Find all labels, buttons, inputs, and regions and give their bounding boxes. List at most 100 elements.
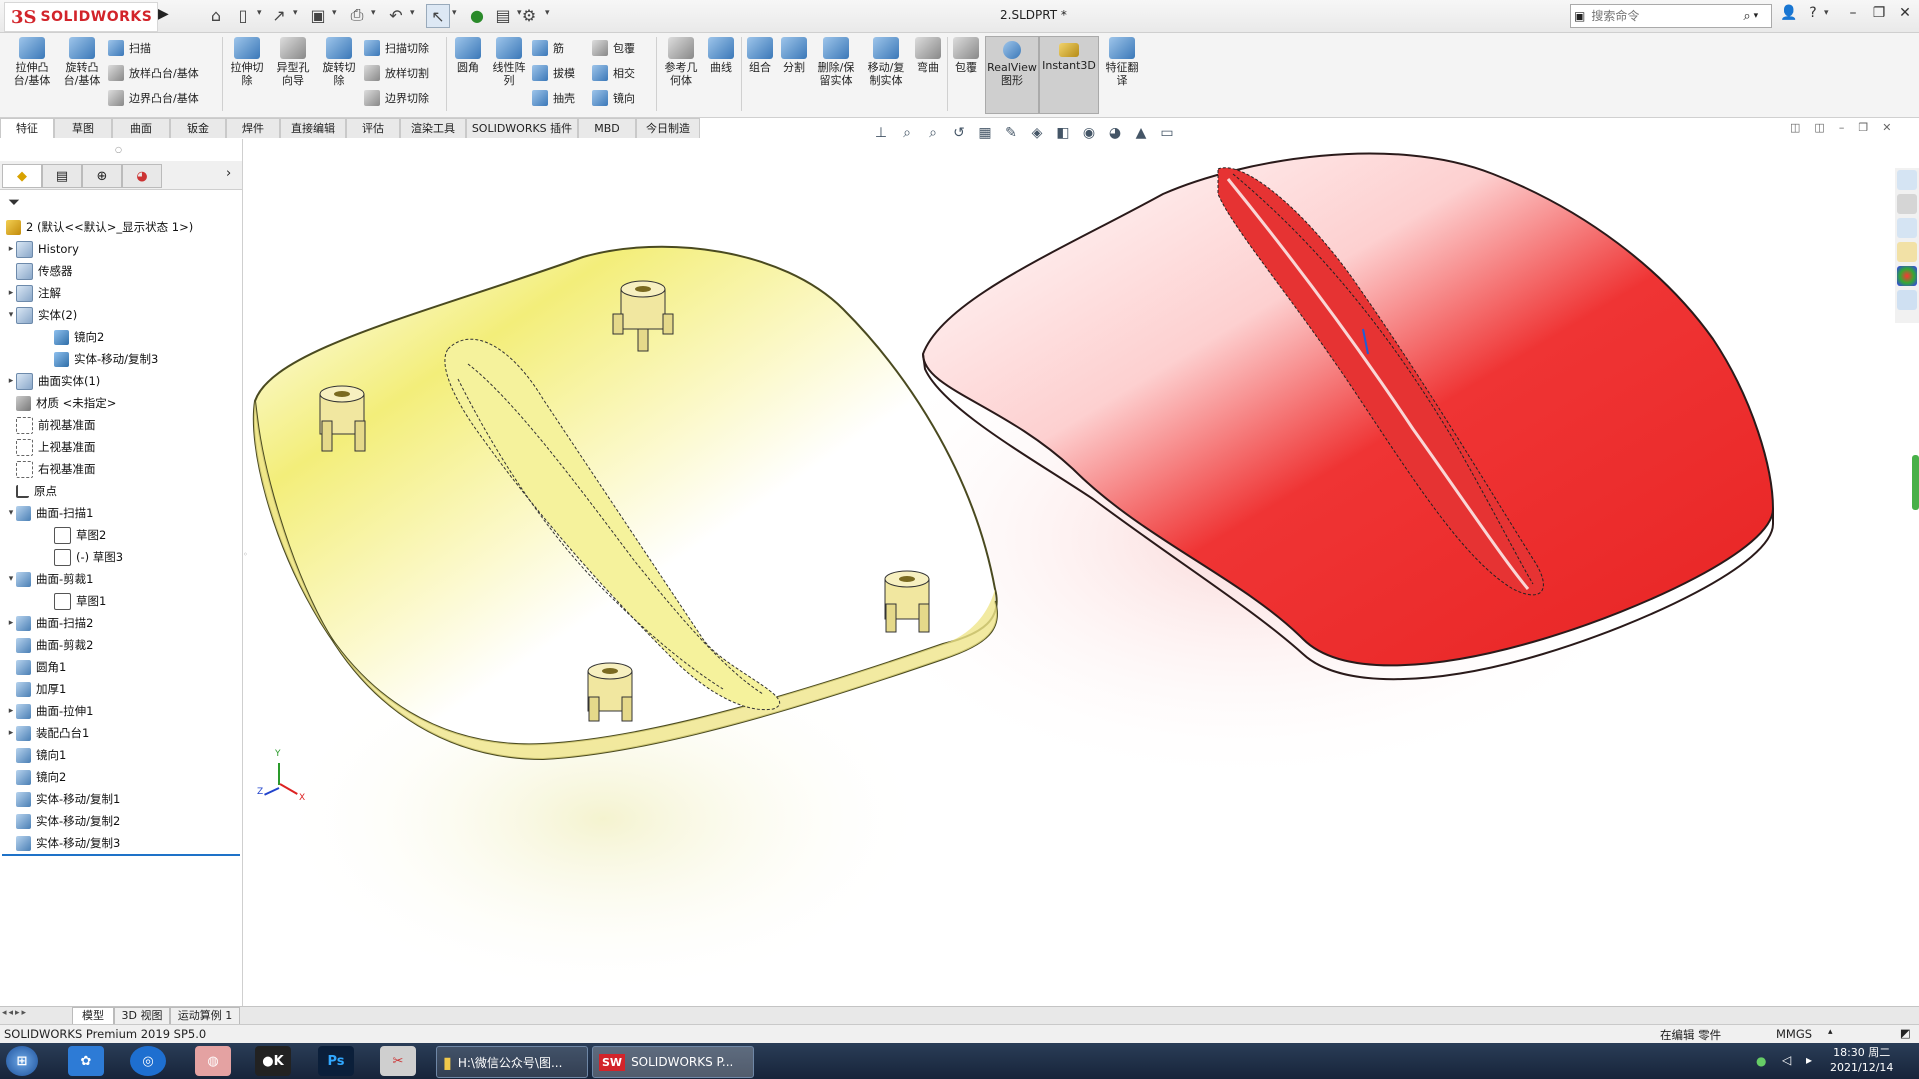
linear-pattern-button[interactable]: 线性阵 列 <box>488 37 530 87</box>
display-style-icon[interactable]: ◧ <box>1052 123 1074 143</box>
restore-icon[interactable]: ❐ <box>1868 5 1890 25</box>
mirror-button[interactable]: 镜向 <box>592 87 635 109</box>
minimize-icon[interactable]: – <box>1842 5 1864 25</box>
rib-button[interactable]: 筋 <box>532 37 564 59</box>
options-dropdown-icon[interactable]: ▾ <box>545 8 550 18</box>
user-icon[interactable]: 👤 <box>1778 5 1800 25</box>
select-dropdown-icon[interactable]: ▾ <box>452 8 457 18</box>
configuration-manager-tab-icon[interactable]: ⊕ <box>82 164 122 188</box>
tree-item[interactable]: 实体-移动/复制3 <box>0 832 240 854</box>
new-icon[interactable]: ▯ <box>232 4 254 26</box>
tree-item[interactable]: ▸ 曲面实体(1) <box>0 370 240 392</box>
panel-splitter-icon[interactable]: ◦ <box>243 550 248 559</box>
close-icon[interactable]: ✕ <box>1894 5 1916 25</box>
menu-expand-icon[interactable]: ▶ <box>158 6 169 22</box>
expand-arrow-icon[interactable]: ▾ <box>6 508 16 518</box>
tab-mbd[interactable]: MBD <box>578 118 636 138</box>
search-input[interactable] <box>1589 8 1744 24</box>
units-dropdown-icon[interactable]: ▴ <box>1828 1027 1833 1037</box>
tab-model[interactable]: 模型 <box>72 1007 114 1025</box>
flex-button[interactable]: 弯曲 <box>911 37 945 74</box>
hide-show-items-icon[interactable]: ◉ <box>1078 123 1100 143</box>
open-icon[interactable]: ↗ <box>268 4 290 26</box>
viewport-restore-icon[interactable]: ❐ <box>1858 121 1868 134</box>
wrap-button[interactable]: 包覆 <box>592 37 635 59</box>
shell-button[interactable]: 抽壳 <box>532 87 575 109</box>
solidworks-logo[interactable]: 3S SOLIDWORKS <box>4 2 158 32</box>
expand-arrow-icon[interactable]: ▸ <box>6 706 16 716</box>
tab-scroll-arrows-icon[interactable]: ◂◂▸▸ <box>2 1008 28 1018</box>
tree-item[interactable]: ▾ 曲面-剪裁1 <box>0 568 240 590</box>
curves-button[interactable]: 曲线 <box>704 37 738 74</box>
previous-view-icon[interactable]: ↺ <box>948 123 970 143</box>
quick-tips-icon[interactable]: ◩ <box>1900 1026 1911 1040</box>
ev-capture-icon[interactable]: ●K <box>255 1046 291 1076</box>
tree-item[interactable]: 圆角1 <box>0 656 240 678</box>
notification-tray-icon[interactable]: ▸ <box>1806 1053 1812 1067</box>
tree-root[interactable]: 2 (默认<<默认>_显示状态 1>) <box>0 216 240 238</box>
expand-arrow-icon[interactable]: ▸ <box>6 376 16 386</box>
viewport-close-icon[interactable]: ✕ <box>1882 121 1891 134</box>
instant3d-button[interactable]: Instant3D <box>1039 36 1099 114</box>
revolved-cut-button[interactable]: 旋转切 除 <box>316 37 362 87</box>
photos-app-icon[interactable]: ✿ <box>68 1046 104 1076</box>
wrap-big-button[interactable]: 包覆 <box>949 37 983 74</box>
print-dropdown-icon[interactable]: ▾ <box>371 8 376 18</box>
tab-sheet-metal[interactable]: 钣金 <box>170 118 226 138</box>
tab-features[interactable]: 特征 <box>0 118 54 138</box>
expand-arrow-icon[interactable]: ▸ <box>6 244 16 254</box>
tree-item[interactable]: ▸ 曲面-扫描2 <box>0 612 240 634</box>
tree-item[interactable]: 材质 <未指定> <box>0 392 240 414</box>
options-icon[interactable]: ⚙ <box>518 4 540 26</box>
tree-item[interactable]: 传感器 <box>0 260 240 282</box>
feature-works-button[interactable]: 特征翻 译 <box>1099 37 1145 87</box>
view-orientation-cube-icon[interactable]: ◈ <box>1026 123 1048 143</box>
fillet-button[interactable]: 圆角 <box>448 37 488 74</box>
lofted-cut-button[interactable]: 放样切割 <box>364 62 429 84</box>
tab-manufacturing[interactable]: 今日制造 <box>636 118 700 138</box>
tree-item[interactable]: ▾ 曲面-扫描1 <box>0 502 240 524</box>
tree-item[interactable]: 草图1 <box>0 590 240 612</box>
tree-item[interactable]: 镜向2 <box>0 326 240 348</box>
tree-item[interactable]: 右视基准面 <box>0 458 240 480</box>
tree-item[interactable]: 实体-移动/复制3 <box>0 348 240 370</box>
graphics-area[interactable]: Y X Z <box>243 139 1893 1005</box>
design-library-icon[interactable] <box>1897 194 1917 214</box>
zoom-to-fit-icon[interactable]: ⌕ <box>896 123 918 143</box>
rollback-bar[interactable] <box>2 854 240 856</box>
draft-button[interactable]: 拔模 <box>532 62 575 84</box>
recorder-app-icon[interactable]: ◍ <box>195 1046 231 1076</box>
tree-item[interactable]: 加厚1 <box>0 678 240 700</box>
tab-weldments[interactable]: 焊件 <box>226 118 280 138</box>
tree-item[interactable]: ▸ 注解 <box>0 282 240 304</box>
lofted-boss-button[interactable]: 放样凸台/基体 <box>108 62 199 84</box>
extruded-cut-button[interactable]: 拉伸切 除 <box>224 37 270 87</box>
tab-evaluate[interactable]: 评估 <box>346 118 400 138</box>
expand-arrow-icon[interactable]: ▾ <box>6 574 16 584</box>
tab-render-tools[interactable]: 渲染工具 <box>400 118 466 138</box>
tab-direct-editing[interactable]: 直接编辑 <box>280 118 346 138</box>
home-icon[interactable]: ⌂ <box>205 4 227 26</box>
tree-item[interactable]: (-) 草图3 <box>0 546 240 568</box>
expand-arrow-icon[interactable]: ▸ <box>6 728 16 738</box>
dynamic-annotation-icon[interactable]: ✎ <box>1000 123 1022 143</box>
custom-properties-icon[interactable] <box>1897 290 1917 310</box>
view-palette-icon[interactable] <box>1897 242 1917 262</box>
tab-solidworks-addins[interactable]: SOLIDWORKS 插件 <box>466 118 578 138</box>
save-icon[interactable]: ▣ <box>307 4 329 26</box>
snip-tool-icon[interactable]: ✂ <box>380 1046 416 1076</box>
taskbar-solidworks-window[interactable]: SW SOLIDWORKS P... <box>592 1046 754 1078</box>
tree-item[interactable]: ▸ 曲面-拉伸1 <box>0 700 240 722</box>
taskbar-clock[interactable]: 18:30 周二 2021/12/14 <box>1830 1045 1893 1075</box>
units-selector[interactable]: MMGS <box>1776 1027 1812 1041</box>
search-icon[interactable]: ⌕ <box>1743 9 1750 24</box>
undo-icon[interactable]: ↶ <box>385 4 407 26</box>
view-orientation-icon[interactable]: ⊥ <box>870 123 892 143</box>
browser-icon[interactable]: ◎ <box>130 1046 166 1076</box>
tab-surfaces[interactable]: 曲面 <box>112 118 170 138</box>
file-explorer-icon[interactable] <box>1897 218 1917 238</box>
boundary-boss-button[interactable]: 边界凸台/基体 <box>108 87 199 109</box>
swept-cut-button[interactable]: 扫描切除 <box>364 37 429 59</box>
section-view-icon[interactable]: ▦ <box>974 123 996 143</box>
zoom-to-area-icon[interactable]: ⌕ <box>922 123 944 143</box>
